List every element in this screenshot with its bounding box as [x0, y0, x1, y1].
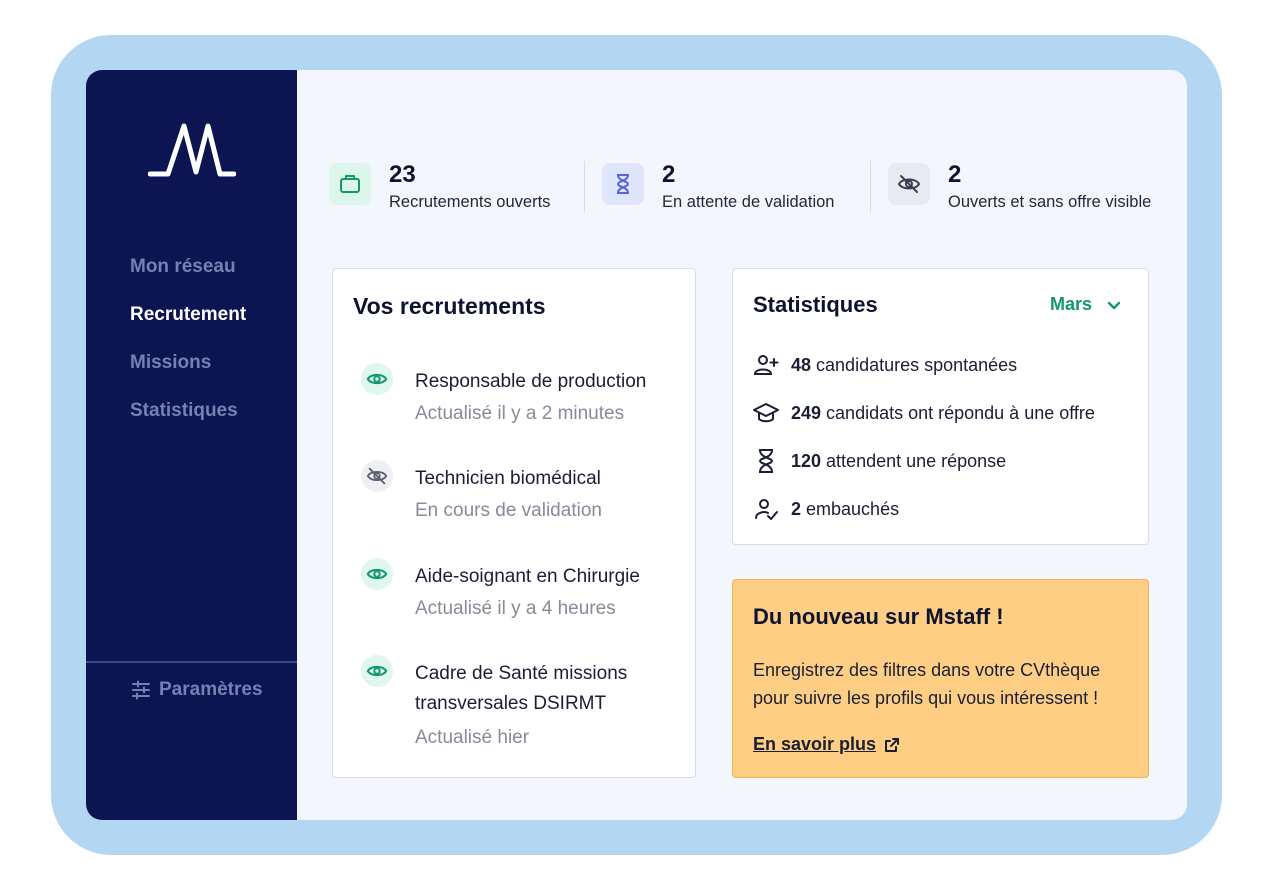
user-check-icon [755, 499, 778, 520]
eye-icon [361, 363, 393, 395]
recruitments-card: Vos recrutements Responsable de producti… [332, 268, 696, 778]
recruitment-status: Actualisé il y a 4 heures [415, 598, 616, 619]
statistics-title: Statistiques [753, 292, 878, 317]
kpi-value: 2 [948, 161, 962, 188]
sliders-icon [132, 680, 150, 700]
stat-label: embauchés [806, 498, 900, 519]
stat-value: 249 [791, 402, 822, 423]
stat-value: 120 [791, 450, 822, 471]
eye-icon [361, 558, 393, 590]
month-label: Mars [1049, 294, 1092, 314]
kpi-label: Ouverts et sans offre visible [948, 193, 1152, 211]
stat-value: 2 [791, 498, 802, 519]
stat-label: attendent une réponse [826, 450, 1007, 471]
news-title: Du nouveau sur Mstaff ! [753, 604, 1004, 629]
sidebar-item-mon-reseau[interactable]: Mon réseau [130, 254, 246, 302]
kpi-divider [870, 161, 871, 213]
kpi-label: En attente de validation [662, 193, 835, 211]
month-selector[interactable]: Mars [1050, 294, 1122, 315]
eye-icon [361, 655, 393, 687]
learn-more-label: En savoir plus [753, 734, 877, 754]
recruitment-status: Actualisé hier [415, 727, 530, 748]
kpi-value: 2 [662, 161, 676, 188]
recruitment-status: En cours de validation [415, 500, 602, 521]
sidebar: Mon réseau Recrutement Missions Statisti… [86, 70, 297, 820]
news-body: Enregistrez des filtres dans votre CVthè… [753, 660, 1101, 708]
stat-row: 120 attendent une réponse [753, 448, 1006, 474]
sidebar-item-missions[interactable]: Missions [130, 350, 246, 398]
stat-label: candidatures spontanées [816, 354, 1018, 375]
stat-label: candidats ont répondu à une offre [826, 402, 1095, 423]
stat-row: 48 candidatures spontanées [753, 352, 1017, 378]
mstaff-logo-icon[interactable] [148, 120, 236, 182]
sidebar-item-statistiques[interactable]: Statistiques [130, 398, 246, 446]
news-card: Du nouveau sur Mstaff ! Enregistrez des … [732, 579, 1149, 778]
sidebar-nav: Mon réseau Recrutement Missions Statisti… [130, 254, 246, 446]
kpi-icon-box [329, 163, 371, 205]
recruitment-status: Actualisé il y a 2 minutes [415, 403, 625, 424]
graduation-cap-icon [753, 403, 779, 423]
recruitment-title: Aide-soignant en Chirurgie [415, 566, 640, 587]
recruitment-title: Technicien biomédical [415, 468, 601, 489]
briefcase-icon [340, 175, 360, 193]
kpi-pending-validation: 2 En attente de validation [602, 162, 834, 212]
eye-off-icon [361, 460, 393, 492]
stat-value: 48 [791, 354, 812, 375]
kpi-value: 23 [389, 161, 416, 188]
recruitment-title: Cadre de Santé missions transversales DS… [415, 663, 628, 714]
kpi-divider [584, 161, 585, 213]
learn-more-link[interactable]: En savoir plus [753, 734, 900, 755]
kpi-open-recruitments: 23 Recrutements ouverts [329, 162, 550, 212]
chevron-down-icon [1107, 301, 1121, 309]
recruitment-title: Responsable de production [415, 371, 647, 392]
kpi-label: Recrutements ouverts [389, 193, 551, 211]
sidebar-item-recrutement[interactable]: Recrutement [130, 302, 246, 350]
eye-off-icon [897, 175, 921, 193]
app-window: Mon réseau Recrutement Missions Statisti… [86, 70, 1187, 820]
kpi-without-offer: 2 Ouverts et sans offre visible [888, 162, 1151, 212]
settings-label: Paramètres [159, 679, 263, 700]
settings-link[interactable]: Paramètres [131, 679, 263, 701]
sidebar-divider [86, 661, 297, 663]
statistics-card: Statistiques Mars 48 candidatures sponta… [732, 268, 1149, 545]
kpi-icon-box [888, 163, 930, 205]
hourglass-icon [759, 449, 773, 473]
user-plus-icon [753, 355, 779, 375]
external-link-icon [885, 737, 900, 752]
hourglass-icon [617, 174, 629, 194]
stat-row: 2 embauchés [753, 496, 899, 522]
recruitments-title: Vos recrutements [353, 293, 546, 319]
stat-row: 249 candidats ont répondu à une offre [753, 400, 1095, 426]
kpi-icon-box [602, 163, 644, 205]
